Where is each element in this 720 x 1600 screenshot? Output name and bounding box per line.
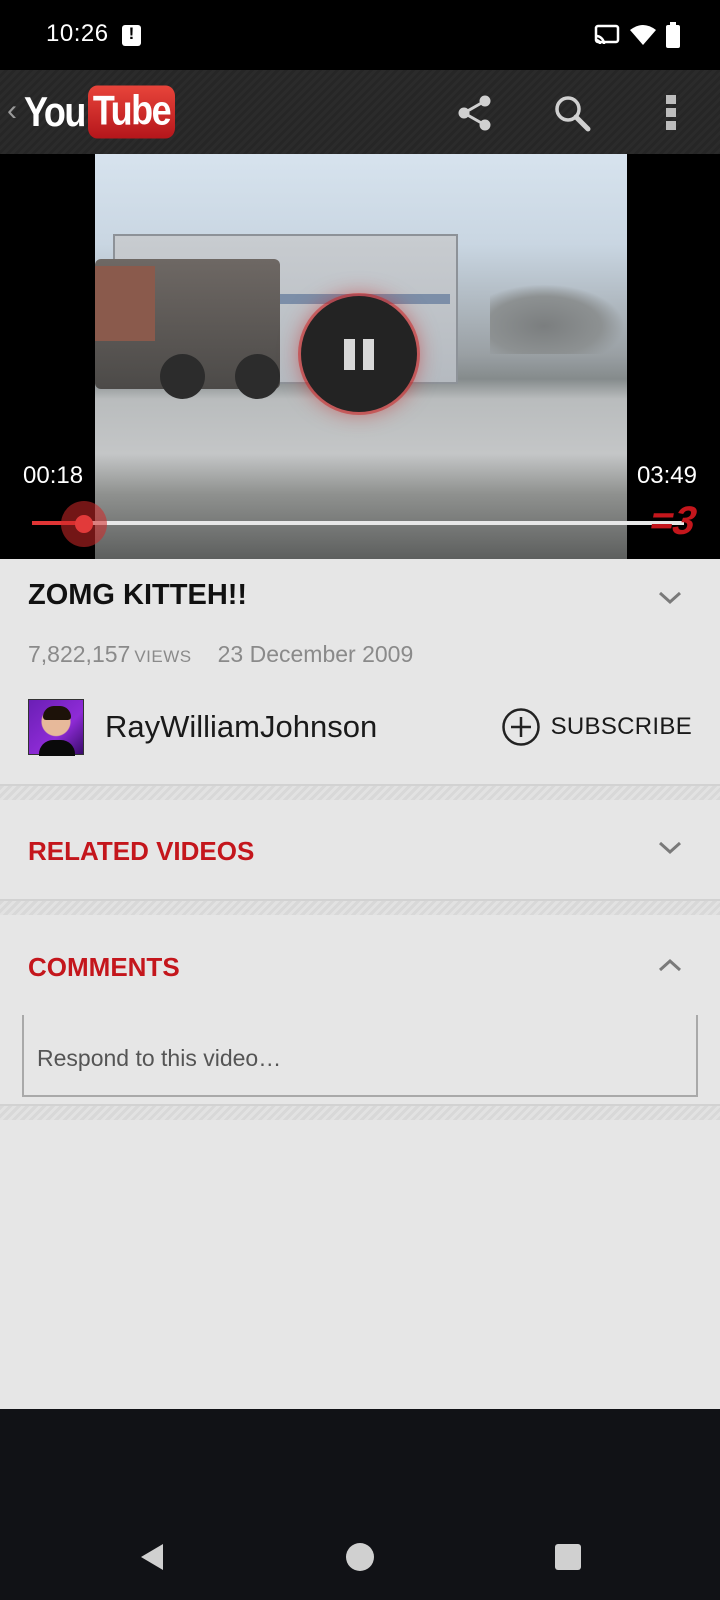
video-content-wheel bbox=[235, 354, 280, 399]
wifi-icon bbox=[630, 25, 656, 45]
video-meta: 7,822,157 VIEWS 23 December 2009 bbox=[28, 641, 413, 668]
back-chevron-icon[interactable]: ‹ bbox=[7, 94, 17, 128]
subscribe-label: SUBSCRIBE bbox=[550, 713, 692, 740]
related-videos-title: RELATED VIDEOS bbox=[28, 836, 255, 866]
back-icon bbox=[141, 1544, 163, 1570]
battery-icon bbox=[666, 22, 680, 48]
search-icon bbox=[555, 96, 591, 132]
current-time: 00:18 bbox=[23, 462, 84, 489]
seek-bar[interactable] bbox=[32, 521, 684, 525]
video-content-trees bbox=[490, 284, 625, 354]
section-divider bbox=[0, 784, 720, 800]
nav-home-button[interactable] bbox=[338, 1535, 382, 1579]
video-info: ZOMG KITTEH!! 7,822,157 VIEWS 23 December … bbox=[0, 559, 720, 784]
logo-you-text: You bbox=[24, 87, 86, 135]
share-icon bbox=[458, 95, 491, 131]
comment-input-placeholder: Respond to this video… bbox=[37, 1045, 282, 1071]
avatar-hair bbox=[43, 706, 71, 720]
share-button[interactable] bbox=[450, 88, 500, 138]
chevron-down-icon[interactable] bbox=[658, 586, 682, 610]
section-divider bbox=[0, 1104, 720, 1120]
video-watermark: =3 bbox=[646, 499, 700, 543]
cast-icon bbox=[594, 24, 620, 45]
views-label: VIEWS bbox=[134, 647, 192, 666]
section-divider bbox=[0, 899, 720, 915]
pause-button[interactable] bbox=[301, 296, 417, 412]
status-time: 10:26 bbox=[46, 20, 109, 47]
youtube-logo[interactable]: You Tube bbox=[24, 85, 176, 139]
logo-tube-text: Tube bbox=[87, 85, 176, 139]
app-bar: ‹ You Tube bbox=[0, 70, 720, 154]
total-time: 03:49 bbox=[636, 462, 697, 489]
channel-avatar[interactable] bbox=[28, 699, 84, 756]
video-title: ZOMG KITTEH!! bbox=[28, 579, 248, 611]
upload-date: 23 December 2009 bbox=[217, 641, 414, 667]
overflow-menu-icon bbox=[666, 95, 676, 130]
comment-input[interactable]: Respond to this video… bbox=[22, 1015, 698, 1097]
home-icon bbox=[346, 1543, 374, 1571]
status-icons bbox=[594, 20, 680, 50]
seek-thumb-dot bbox=[74, 515, 93, 533]
status-bar: 10:26 bbox=[0, 0, 720, 70]
subscribe-button[interactable]: SUBSCRIBE bbox=[501, 707, 692, 747]
comments-title: COMMENTS bbox=[28, 952, 180, 982]
view-count: 7,822,157 bbox=[28, 641, 131, 667]
chevron-up-icon[interactable] bbox=[658, 953, 682, 977]
video-player[interactable]: 00:18 03:49 =3 bbox=[0, 154, 720, 559]
add-circle-icon bbox=[501, 708, 540, 746]
search-button[interactable] bbox=[547, 88, 597, 138]
chevron-down-icon[interactable] bbox=[658, 836, 682, 860]
avatar-shirt bbox=[39, 740, 75, 756]
video-content-cab-detail bbox=[95, 266, 155, 341]
video-content-wheel bbox=[160, 354, 205, 399]
channel-name[interactable]: RayWilliamJohnson bbox=[105, 709, 377, 745]
pause-icon bbox=[344, 338, 355, 370]
notification-alert-icon bbox=[122, 24, 141, 46]
overflow-menu-button[interactable] bbox=[646, 88, 696, 138]
recents-icon bbox=[555, 1544, 581, 1570]
nav-recents-button[interactable] bbox=[546, 1535, 590, 1579]
nav-back-button[interactable] bbox=[130, 1535, 174, 1579]
seek-thumb[interactable] bbox=[60, 501, 107, 547]
pause-icon bbox=[363, 338, 374, 370]
